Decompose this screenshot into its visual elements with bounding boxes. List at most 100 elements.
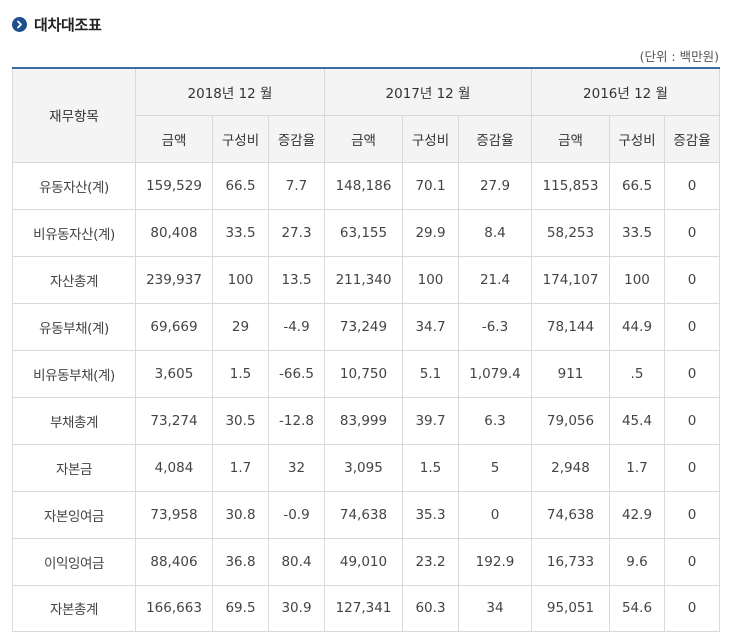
- amount-cell: 211,340: [324, 255, 403, 304]
- amount-cell: 2,948: [531, 443, 610, 492]
- row-item-label: 자본잉여금: [12, 490, 136, 539]
- growth-cell: -0.9: [268, 490, 325, 539]
- amount-cell: 74,638: [324, 490, 403, 539]
- ratio-cell: 39.7: [402, 396, 459, 445]
- growth-cell: 192.9: [458, 537, 532, 586]
- ratio-cell: 30.8: [212, 490, 269, 539]
- growth-cell: 0: [664, 396, 720, 445]
- amount-cell: 239,937: [135, 255, 213, 304]
- table-row: 부채총계 73,274 30.5 -12.8 83,999 39.7 6.3 79,056 45…: [12, 396, 720, 445]
- growth-cell: 0: [664, 208, 720, 257]
- amount-cell: 3,095: [324, 443, 403, 492]
- amount-cell: 911: [531, 349, 610, 398]
- ratio-column-header: 구성비: [212, 114, 269, 163]
- growth-cell: 0: [664, 584, 720, 632]
- amount-cell: 16,733: [531, 537, 610, 586]
- growth-cell: 0: [664, 349, 720, 398]
- period-header: 2016년 12 월: [531, 67, 720, 116]
- growth-cell: -12.8: [268, 396, 325, 445]
- ratio-cell: 29.9: [402, 208, 459, 257]
- growth-cell: 34: [458, 584, 532, 632]
- amount-cell: 58,253: [531, 208, 610, 257]
- ratio-cell: 1.7: [212, 443, 269, 492]
- growth-cell: 0: [664, 490, 720, 539]
- balance-sheet-table: 재무항목 2018년 12 월 2017년 12 월 2016년 12 월 금액…: [12, 67, 720, 632]
- amount-cell: 127,341: [324, 584, 403, 632]
- growth-cell: 27.9: [458, 161, 532, 210]
- amount-cell: 10,750: [324, 349, 403, 398]
- amount-cell: 4,084: [135, 443, 213, 492]
- amount-cell: 88,406: [135, 537, 213, 586]
- table-row: 자산총계 239,937 100 13.5 211,340 100 21.4 174,107 1…: [12, 255, 720, 304]
- table-row: 자본잉여금 73,958 30.8 -0.9 74,638 35.3 0 74,638 42.9…: [12, 490, 720, 539]
- ratio-cell: 30.5: [212, 396, 269, 445]
- page-title: 대차대조표: [34, 15, 102, 34]
- amount-cell: 166,663: [135, 584, 213, 632]
- row-item-label: 비유동자산(계): [12, 208, 136, 257]
- growth-cell: 6.3: [458, 396, 532, 445]
- table-body: 유동자산(계) 159,529 66.5 7.7 148,186 70.1 27.9 115,…: [12, 161, 720, 632]
- amount-cell: 83,999: [324, 396, 403, 445]
- row-item-label: 유동자산(계): [12, 161, 136, 210]
- ratio-cell: 42.9: [609, 490, 665, 539]
- item-column-header: 재무항목: [12, 67, 136, 163]
- growth-column-header: 증감율: [664, 114, 720, 163]
- ratio-cell: 1.5: [212, 349, 269, 398]
- growth-cell: 0: [664, 255, 720, 304]
- table-row: 비유동부채(계) 3,605 1.5 -66.5 10,750 5.1 1,079.4 911…: [12, 349, 720, 398]
- table-row: 자본금 4,084 1.7 32 3,095 1.5 5 2,948 1.7 0: [12, 443, 720, 492]
- table-row: 비유동자산(계) 80,408 33.5 27.3 63,155 29.9 8.4 58,25…: [12, 208, 720, 257]
- ratio-cell: 1.5: [402, 443, 459, 492]
- ratio-cell: 33.5: [212, 208, 269, 257]
- amount-cell: 78,144: [531, 302, 610, 351]
- growth-cell: 0: [664, 537, 720, 586]
- page-header: 대차대조표: [12, 13, 102, 35]
- ratio-cell: 33.5: [609, 208, 665, 257]
- amount-column-header: 금액: [135, 114, 213, 163]
- growth-cell: 0: [664, 302, 720, 351]
- row-item-label: 자산총계: [12, 255, 136, 304]
- growth-column-header: 증감율: [268, 114, 325, 163]
- amount-cell: 69,669: [135, 302, 213, 351]
- growth-cell: 21.4: [458, 255, 532, 304]
- ratio-cell: 100: [609, 255, 665, 304]
- row-item-label: 이익잉여금: [12, 537, 136, 586]
- ratio-cell: 34.7: [402, 302, 459, 351]
- period-header: 2018년 12 월: [135, 67, 325, 116]
- amount-cell: 148,186: [324, 161, 403, 210]
- ratio-cell: 100: [212, 255, 269, 304]
- ratio-column-header: 구성비: [609, 114, 665, 163]
- amount-cell: 159,529: [135, 161, 213, 210]
- ratio-cell: 69.5: [212, 584, 269, 632]
- amount-cell: 95,051: [531, 584, 610, 632]
- table-row: 유동자산(계) 159,529 66.5 7.7 148,186 70.1 27.9 115,…: [12, 161, 720, 210]
- growth-cell: 32: [268, 443, 325, 492]
- growth-cell: 7.7: [268, 161, 325, 210]
- ratio-column-header: 구성비: [402, 114, 459, 163]
- row-item-label: 부채총계: [12, 396, 136, 445]
- amount-cell: 80,408: [135, 208, 213, 257]
- ratio-cell: 23.2: [402, 537, 459, 586]
- period-header: 2017년 12 월: [324, 67, 532, 116]
- table-row: 유동부채(계) 69,669 29 -4.9 73,249 34.7 -6.3 78,144 4…: [12, 302, 720, 351]
- ratio-cell: 9.6: [609, 537, 665, 586]
- growth-cell: 0: [458, 490, 532, 539]
- growth-cell: 80.4: [268, 537, 325, 586]
- growth-cell: -4.9: [268, 302, 325, 351]
- table-row: 이익잉여금 88,406 36.8 80.4 49,010 23.2 192.9 16,733…: [12, 537, 720, 586]
- growth-cell: 27.3: [268, 208, 325, 257]
- ratio-cell: 100: [402, 255, 459, 304]
- ratio-cell: 36.8: [212, 537, 269, 586]
- amount-cell: 74,638: [531, 490, 610, 539]
- ratio-cell: 45.4: [609, 396, 665, 445]
- growth-cell: 13.5: [268, 255, 325, 304]
- chevron-right-circle-icon: [12, 16, 27, 32]
- row-item-label: 비유동부채(계): [12, 349, 136, 398]
- amount-cell: 3,605: [135, 349, 213, 398]
- ratio-cell: 66.5: [212, 161, 269, 210]
- ratio-cell: 54.6: [609, 584, 665, 632]
- growth-cell: -66.5: [268, 349, 325, 398]
- amount-cell: 73,958: [135, 490, 213, 539]
- amount-column-header: 금액: [324, 114, 403, 163]
- table-header: 재무항목 2018년 12 월 2017년 12 월 2016년 12 월 금액…: [12, 67, 720, 163]
